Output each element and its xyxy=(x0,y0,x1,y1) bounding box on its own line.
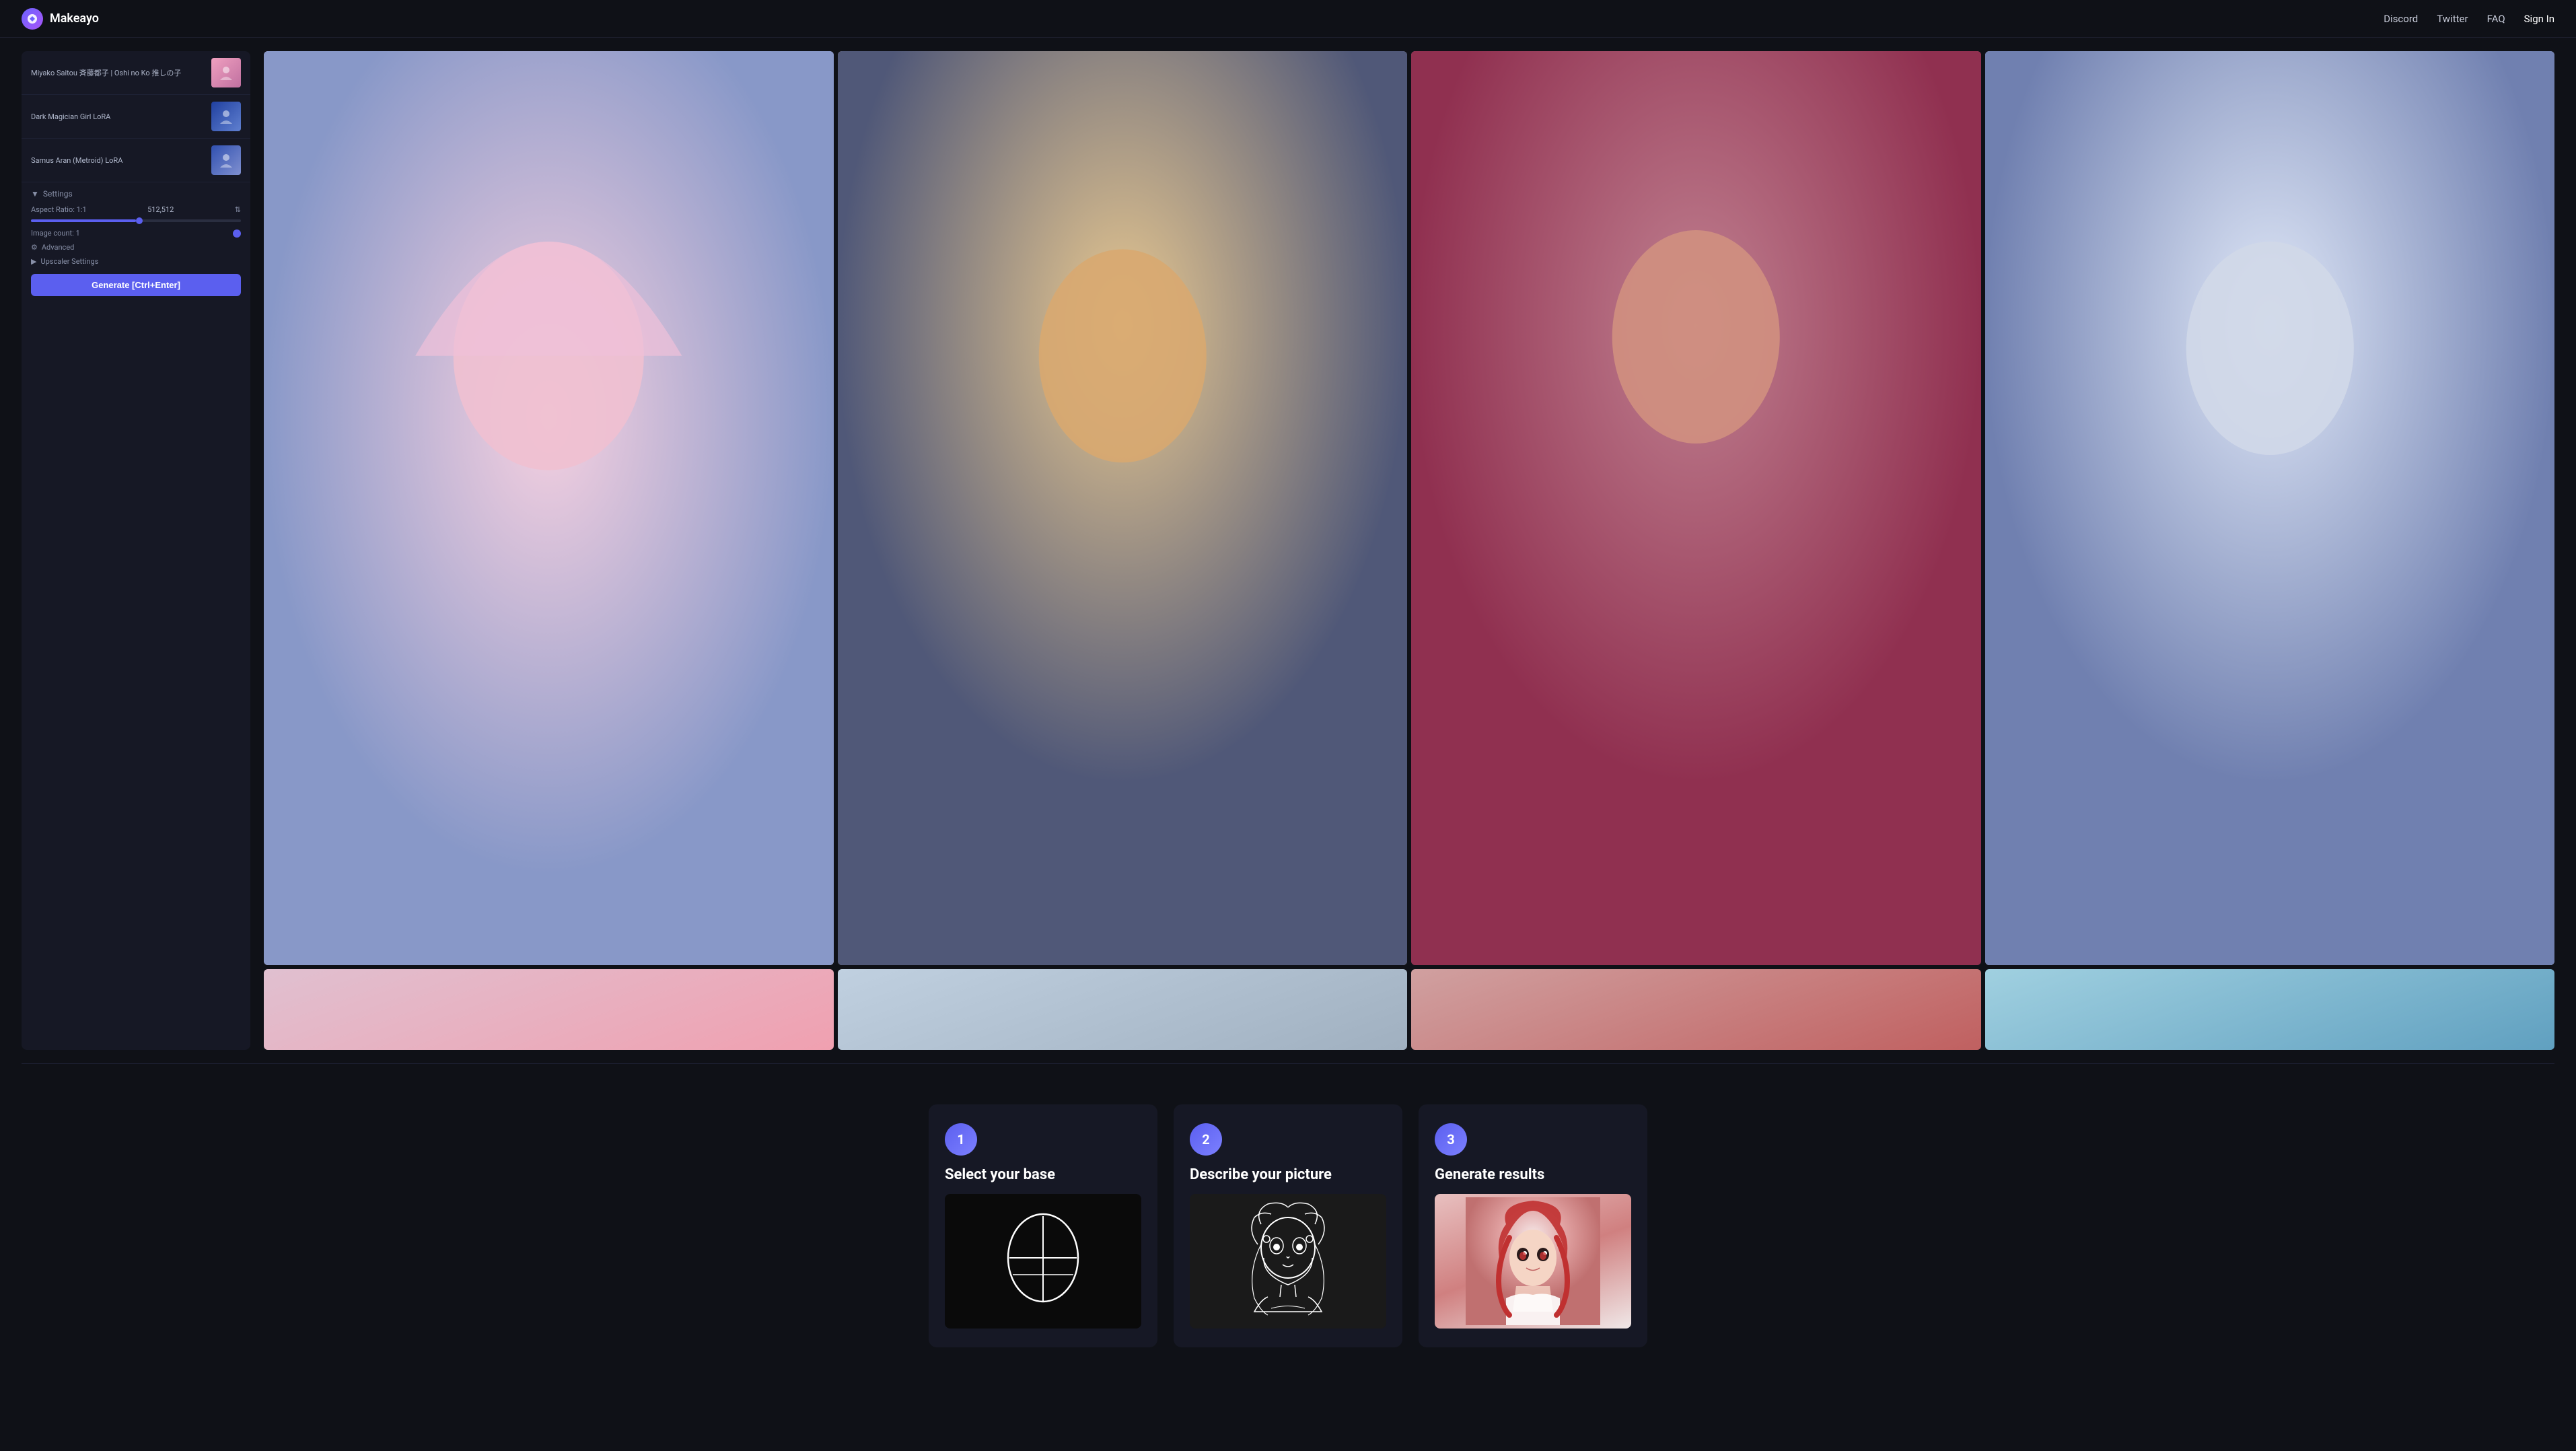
twitter-link[interactable]: Twitter xyxy=(2437,13,2468,25)
upscaler-label: Upscaler Settings xyxy=(40,257,98,266)
step-badge-3: 3 xyxy=(1435,1123,1467,1156)
advanced-label: Advanced xyxy=(42,243,74,252)
aspect-ratio-toggle[interactable]: ⇅ xyxy=(235,205,241,214)
step-image-3[interactable] xyxy=(1435,1194,1631,1329)
lora-item-1[interactable]: Miyako Saitou 斉藤都子 | Oshi no Ko 推しの子 xyxy=(22,51,250,95)
image-count-row: Image count: 1 xyxy=(31,229,241,238)
lora-name-2: Dark Magician Girl LoRA xyxy=(31,112,110,121)
step-badge-2: 2 xyxy=(1190,1123,1222,1156)
generate-button[interactable]: Generate [Ctrl+Enter] xyxy=(31,274,241,296)
aspect-ratio-row: Aspect Ratio: 1:1 512,512 ⇅ xyxy=(31,205,241,214)
discord-link[interactable]: Discord xyxy=(2384,13,2418,25)
chevron-down-icon: ▼ xyxy=(31,189,39,199)
faq-link[interactable]: FAQ xyxy=(2487,13,2505,25)
lora-item-3[interactable]: Samus Aran (Metroid) LoRA xyxy=(22,139,250,182)
image-grid xyxy=(264,51,2554,1050)
upscaler-row[interactable]: ▶ Upscaler Settings xyxy=(31,257,241,266)
lora-name-1: Miyako Saitou 斉藤都子 | Oshi no Ko 推しの子 xyxy=(31,67,181,78)
step-card-1: 1 Select your base xyxy=(929,1104,1157,1347)
brand-area: Makeayo xyxy=(22,8,99,30)
aspect-ratio-slider[interactable] xyxy=(31,219,241,222)
logo-icon xyxy=(22,8,43,30)
aspect-ratio-value: 512,512 xyxy=(147,205,174,214)
image-card-3[interactable] xyxy=(1411,51,1981,965)
step-card-3: 3 Generate results xyxy=(1419,1104,1647,1347)
image-card-7[interactable] xyxy=(1411,969,1981,1050)
image-row-1 xyxy=(264,51,2554,965)
step-badge-1: 1 xyxy=(945,1123,977,1156)
chevron-right-icon: ▶ xyxy=(31,257,36,266)
image-card-1[interactable] xyxy=(264,51,834,965)
settings-toggle[interactable]: ▼ Settings xyxy=(31,189,241,199)
image-card-2[interactable] xyxy=(838,51,1408,965)
lora-thumb-1 xyxy=(211,58,241,87)
image-card-4[interactable] xyxy=(1985,51,2555,965)
lora-name-3: Samus Aran (Metroid) LoRA xyxy=(31,156,122,165)
advanced-row[interactable]: ⚙ Advanced xyxy=(31,243,241,252)
signin-link[interactable]: Sign In xyxy=(2524,13,2554,25)
step-title-2: Describe your picture xyxy=(1190,1166,1386,1183)
step-card-2: 2 Describe your picture xyxy=(1174,1104,1402,1347)
count-dot xyxy=(233,229,241,238)
aspect-ratio-label: Aspect Ratio: 1:1 xyxy=(31,205,87,214)
image-card-5[interactable] xyxy=(264,969,834,1050)
image-count-label: Image count: 1 xyxy=(31,229,80,238)
settings-label: Settings xyxy=(43,189,73,199)
gear-icon: ⚙ xyxy=(31,243,38,252)
lora-thumb-2 xyxy=(211,102,241,131)
nav-links: Discord Twitter FAQ Sign In xyxy=(2384,13,2554,25)
step-title-1: Select your base xyxy=(945,1166,1141,1183)
steps-section: 1 Select your base 2 Describe your pictu… xyxy=(0,1064,2576,1401)
step-image-2[interactable] xyxy=(1190,1194,1386,1329)
navbar: Makeayo Discord Twitter FAQ Sign In xyxy=(0,0,2576,38)
image-card-8[interactable] xyxy=(1985,969,2555,1050)
image-row-2 xyxy=(264,969,2554,1050)
left-panel: Miyako Saitou 斉藤都子 | Oshi no Ko 推しの子 Dar… xyxy=(22,51,250,1050)
lora-item-2[interactable]: Dark Magician Girl LoRA xyxy=(22,95,250,139)
image-card-6[interactable] xyxy=(838,969,1408,1050)
lora-thumb-3 xyxy=(211,145,241,175)
step-title-3: Generate results xyxy=(1435,1166,1631,1183)
step-image-1[interactable] xyxy=(945,1194,1141,1329)
brand-name: Makeayo xyxy=(50,11,99,26)
hero-section: Miyako Saitou 斉藤都子 | Oshi no Ko 推しの子 Dar… xyxy=(0,38,2576,1063)
settings-panel: ▼ Settings Aspect Ratio: 1:1 512,512 ⇅ I… xyxy=(22,182,250,303)
